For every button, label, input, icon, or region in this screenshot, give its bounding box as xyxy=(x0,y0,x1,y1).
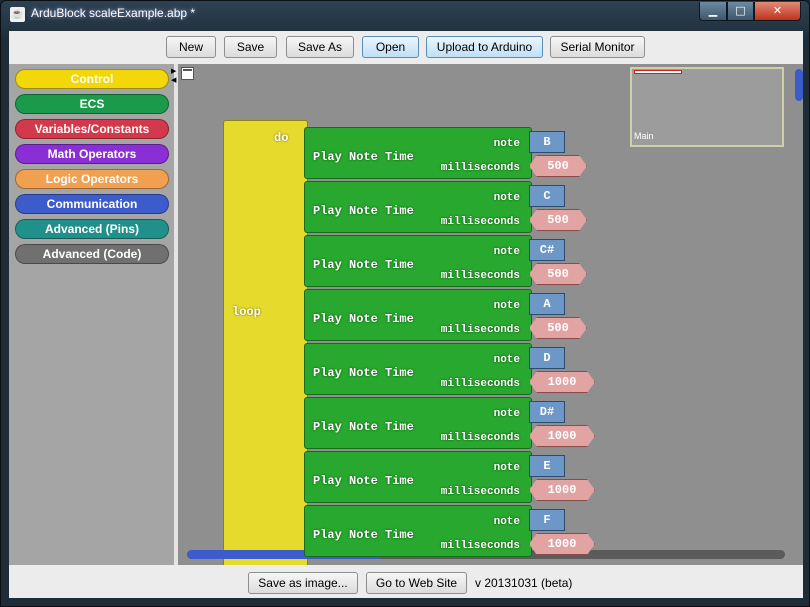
loop-label: loop xyxy=(232,305,261,319)
play-note-time-block[interactable]: Play Note Time note milliseconds xyxy=(304,127,532,179)
block-title: Play Note Time xyxy=(313,312,414,326)
palette-item[interactable]: Variables/Constants xyxy=(15,119,169,139)
note-value-block[interactable]: F xyxy=(529,509,565,531)
milliseconds-socket-label: milliseconds xyxy=(440,486,520,498)
save-as-image-button[interactable]: Save as image... xyxy=(248,572,358,594)
workspace-canvas[interactable]: loop do Main Play Note Time note milliseco… xyxy=(178,64,803,565)
milliseconds-socket-label: milliseconds xyxy=(440,162,520,174)
minimap[interactable]: Main xyxy=(630,67,784,147)
vertical-scrollbar[interactable] xyxy=(795,69,803,101)
note-value-block[interactable]: D xyxy=(529,347,565,369)
maximize-button[interactable]: □ xyxy=(727,2,754,21)
go-to-website-button[interactable]: Go to Web Site xyxy=(366,572,467,594)
milliseconds-socket-label: milliseconds xyxy=(440,378,520,390)
milliseconds-socket-label: milliseconds xyxy=(440,216,520,228)
serial-monitor-button[interactable]: Serial Monitor xyxy=(550,36,645,58)
note-value-block[interactable]: E xyxy=(529,455,565,477)
number-value-block[interactable]: 500 xyxy=(529,209,587,231)
client-area: New Save Save As Open Upload to Arduino … xyxy=(9,31,803,598)
title-bar[interactable]: ☕ ArduBlock scaleExample.abp * ▁ □ ✕ xyxy=(1,1,809,29)
note-socket-label: note xyxy=(493,138,520,150)
app-window: ☕ ArduBlock scaleExample.abp * ▁ □ ✕ New… xyxy=(0,0,810,607)
note-socket-label: note xyxy=(493,516,520,528)
toolbar: New Save Save As Open Upload to Arduino … xyxy=(9,31,803,64)
number-value-block[interactable]: 500 xyxy=(529,155,587,177)
loop-block[interactable] xyxy=(223,120,308,565)
block-palette: Control ECS Variables/Constants Math Operat… xyxy=(9,64,174,565)
palette-item[interactable]: Communication xyxy=(15,194,169,214)
new-button[interactable]: New xyxy=(166,36,216,58)
play-note-time-block[interactable]: Play Note Time note milliseconds xyxy=(304,343,532,395)
palette-item[interactable]: ECS xyxy=(15,94,169,114)
play-note-time-block[interactable]: Play Note Time note milliseconds xyxy=(304,505,532,557)
minimize-button[interactable]: ▁ xyxy=(699,2,727,21)
palette-item[interactable]: Math Operators xyxy=(15,144,169,164)
number-value-block[interactable]: 1000 xyxy=(529,533,595,555)
block-title: Play Note Time xyxy=(313,528,414,542)
java-cup-icon: ☕ xyxy=(10,7,25,22)
note-value-block[interactable]: B xyxy=(529,131,565,153)
milliseconds-socket-label: milliseconds xyxy=(440,324,520,336)
play-note-time-block[interactable]: Play Note Time note milliseconds xyxy=(304,451,532,503)
save-button[interactable]: Save xyxy=(224,36,277,58)
minimap-viewport[interactable] xyxy=(634,70,682,74)
palette-item[interactable]: Advanced (Pins) xyxy=(15,219,169,239)
number-value-block[interactable]: 500 xyxy=(529,263,587,285)
play-note-time-block[interactable]: Play Note Time note milliseconds xyxy=(304,397,532,449)
note-socket-label: note xyxy=(493,246,520,258)
block-title: Play Note Time xyxy=(313,366,414,380)
milliseconds-socket-label: milliseconds xyxy=(440,432,520,444)
block-title: Play Note Time xyxy=(313,474,414,488)
do-label: do xyxy=(274,131,289,145)
save-as-button[interactable]: Save As xyxy=(286,36,354,58)
upload-button[interactable]: Upload to Arduino xyxy=(426,36,543,58)
block-title: Play Note Time xyxy=(313,420,414,434)
open-button[interactable]: Open xyxy=(362,36,419,58)
note-socket-label: note xyxy=(493,192,520,204)
note-socket-label: note xyxy=(493,354,520,366)
palette-item[interactable]: Logic Operators xyxy=(15,169,169,189)
milliseconds-socket-label: milliseconds xyxy=(440,270,520,282)
palette-item[interactable]: Advanced (Code) xyxy=(15,244,169,264)
footer-bar: Save as image... Go to Web Site v 201310… xyxy=(9,565,803,598)
number-value-block[interactable]: 1000 xyxy=(529,371,595,393)
play-note-time-block[interactable]: Play Note Time note milliseconds xyxy=(304,235,532,287)
block-title: Play Note Time xyxy=(313,204,414,218)
note-value-block[interactable]: C xyxy=(529,185,565,207)
number-value-block[interactable]: 1000 xyxy=(529,425,595,447)
block-title: Play Note Time xyxy=(313,150,414,164)
version-label: v 20131031 (beta) xyxy=(475,576,573,590)
number-value-block[interactable]: 1000 xyxy=(529,479,595,501)
minimap-label: Main xyxy=(634,131,654,141)
close-button[interactable]: ✕ xyxy=(754,2,801,21)
number-value-block[interactable]: 500 xyxy=(529,317,587,339)
block-title: Play Note Time xyxy=(313,258,414,272)
note-value-block[interactable]: C# xyxy=(529,239,565,261)
note-value-block[interactable]: A xyxy=(529,293,565,315)
page-icon[interactable] xyxy=(181,67,194,80)
note-socket-label: note xyxy=(493,462,520,474)
milliseconds-socket-label: milliseconds xyxy=(440,540,520,552)
note-value-block[interactable]: D# xyxy=(529,401,565,423)
note-socket-label: note xyxy=(493,300,520,312)
note-socket-label: note xyxy=(493,408,520,420)
window-title: ArduBlock scaleExample.abp * xyxy=(31,6,196,20)
play-note-time-block[interactable]: Play Note Time note milliseconds xyxy=(304,289,532,341)
palette-item[interactable]: Control xyxy=(15,69,169,89)
play-note-time-block[interactable]: Play Note Time note milliseconds xyxy=(304,181,532,233)
